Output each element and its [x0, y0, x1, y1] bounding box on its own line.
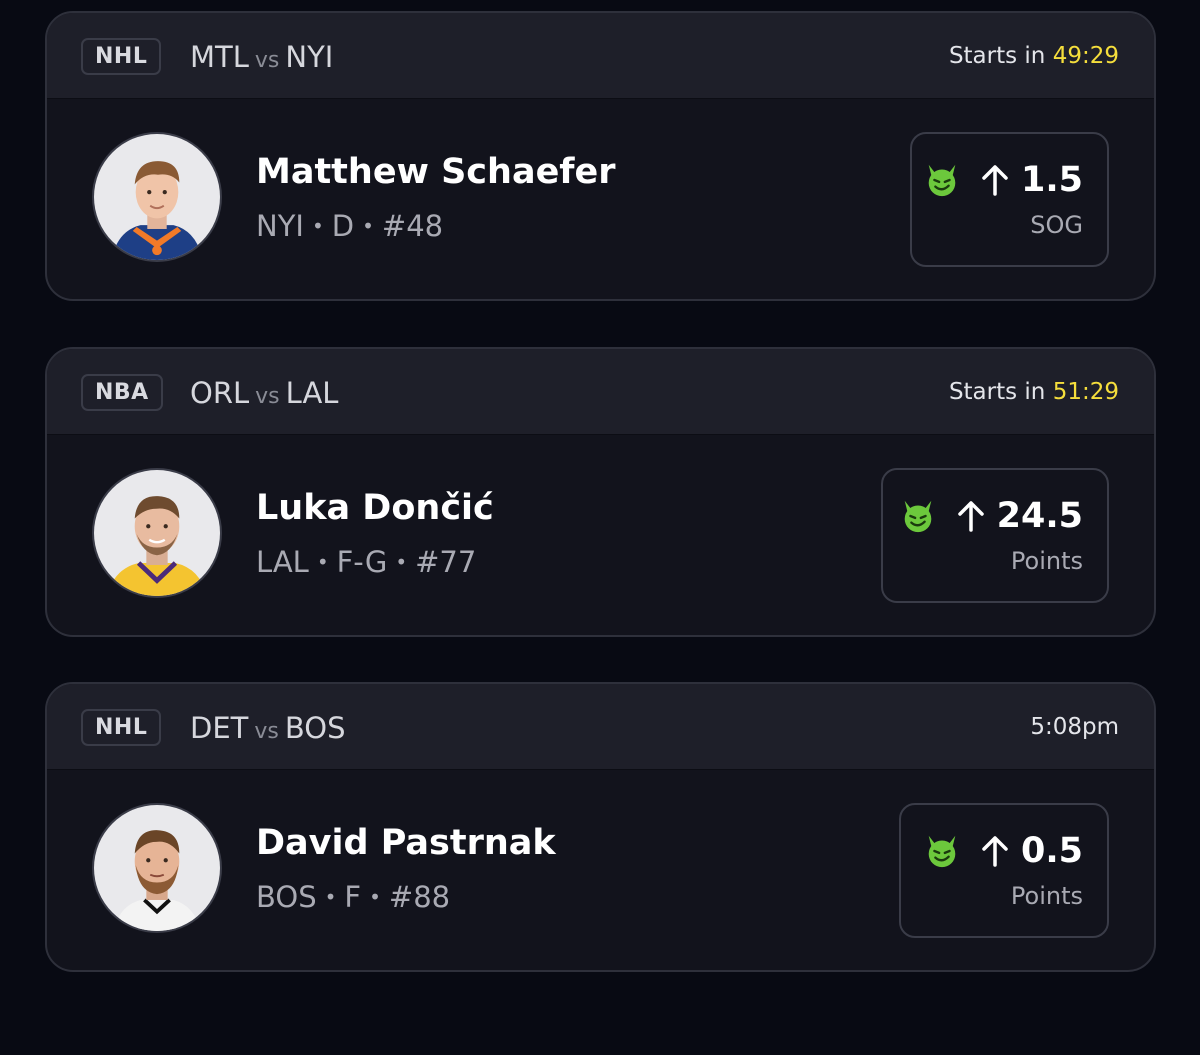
pick-line: 24.5 [899, 496, 1083, 536]
matchup: ORL vs LAL [190, 375, 338, 415]
player-team: BOS [256, 880, 317, 914]
player-name: Luka Dončić [256, 488, 494, 528]
hockey-player-headshot [94, 134, 220, 260]
player-position: D [331, 209, 355, 243]
vs-label: vs [254, 719, 279, 744]
demon-icon [904, 500, 931, 533]
home-team: LAL [285, 376, 339, 410]
player-meta: LAL • F-G • #77 [256, 544, 476, 580]
pick-line: 1.5 [923, 160, 1083, 200]
pick-line-value: 1.5 [1020, 160, 1083, 200]
card-header: NBA ORL vs LAL Starts in 51:29 [47, 349, 1154, 435]
player-number: #88 [388, 880, 451, 914]
player-headshot [94, 805, 220, 931]
player-team: LAL [256, 545, 309, 579]
player-position: F [344, 880, 362, 914]
game-start-time: 5:08pm [1030, 714, 1119, 740]
separator-dot: • [395, 550, 408, 574]
countdown-timer: 49:29 [1052, 43, 1119, 69]
pick-stat-label: Points [1010, 547, 1083, 575]
pick-line-value: 0.5 [1020, 831, 1083, 871]
pick-line-value: 24.5 [996, 496, 1083, 536]
player-name: David Pastrnak [256, 823, 556, 863]
start-prefix: Starts in [948, 43, 1046, 69]
pick-line: 0.5 [923, 831, 1083, 871]
pick-stat-label: Points [1010, 882, 1083, 910]
league-badge: NBA [81, 374, 163, 411]
pick-box[interactable]: 1.5 SOG [910, 132, 1109, 267]
player-meta: NYI • D • #48 [256, 208, 443, 244]
player-avatar[interactable] [92, 132, 222, 262]
vs-label: vs [255, 384, 280, 409]
player-position: F-G [336, 545, 388, 579]
start-info: Starts in 49:29 [949, 41, 1119, 71]
away-team: ORL [190, 376, 250, 410]
card-header: NHL MTL vs NYI Starts in 49:29 [47, 13, 1154, 99]
separator-dot: • [316, 550, 329, 574]
arrow-up-icon [982, 836, 1008, 867]
start-info: Starts in 51:29 [949, 377, 1119, 407]
separator-dot: • [311, 214, 324, 238]
countdown-timer: 51:29 [1052, 379, 1119, 405]
separator-dot: • [362, 214, 374, 238]
matchup: DET vs BOS [190, 710, 345, 750]
start-prefix: Starts in [948, 379, 1046, 405]
league-badge: NHL [81, 709, 162, 746]
pick-box[interactable]: 24.5 Points [881, 468, 1109, 603]
arrow-up-icon [957, 501, 984, 532]
player-name: Matthew Schaefer [256, 152, 616, 192]
demon-icon [928, 835, 956, 868]
home-team: NYI [285, 40, 334, 74]
player-avatar[interactable] [92, 468, 222, 598]
start-info: 5:08pm [1030, 712, 1119, 742]
home-team: BOS [284, 711, 346, 745]
separator-dot: • [324, 885, 337, 909]
away-team: DET [190, 711, 249, 745]
vs-label: vs [254, 48, 280, 73]
separator-dot: • [369, 885, 381, 909]
player-number: #48 [381, 209, 444, 243]
pick-card[interactable]: NBA ORL vs LAL Starts in 51:29 Luka Dončić… [45, 347, 1156, 637]
player-avatar[interactable] [92, 803, 222, 933]
away-team: MTL [190, 40, 249, 74]
league-badge: NHL [81, 38, 162, 75]
arrow-up-icon [982, 165, 1008, 196]
card-header: NHL DET vs BOS 5:08pm [47, 684, 1154, 770]
pick-stat-label: SOG [1030, 211, 1083, 239]
player-number: #77 [415, 545, 477, 579]
pick-box[interactable]: 0.5 Points [899, 803, 1109, 938]
player-meta: BOS • F • #88 [256, 879, 450, 915]
matchup: MTL vs NYI [190, 39, 333, 79]
demon-icon [928, 164, 956, 197]
pick-card[interactable]: NHL MTL vs NYI Starts in 49:29 Matthew Sch… [45, 11, 1156, 301]
player-team: NYI [256, 209, 304, 243]
basketball-player-headshot [94, 470, 220, 596]
pick-card[interactable]: NHL DET vs BOS 5:08pm David Pastrnak BOS • F… [45, 682, 1156, 972]
